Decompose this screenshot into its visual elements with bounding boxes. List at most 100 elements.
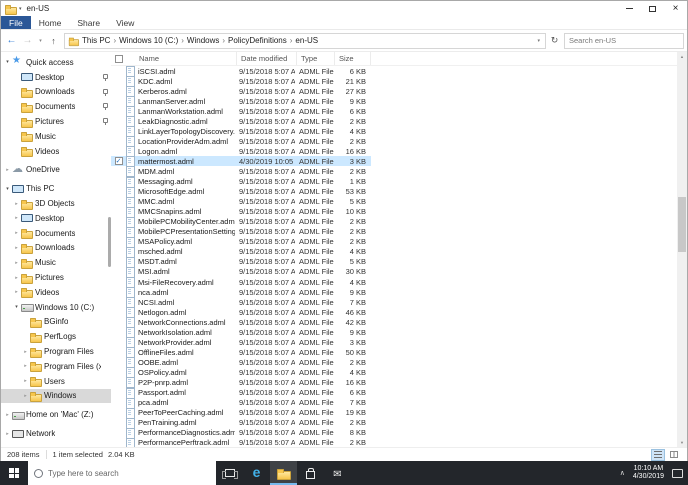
mail-button[interactable] bbox=[324, 461, 351, 485]
file-row[interactable]: OfflineFiles.adml 9/15/2018 5:07 AM ADML… bbox=[111, 347, 371, 359]
edge-button[interactable] bbox=[243, 461, 270, 485]
sidebar-item-desktop[interactable]: Desktop bbox=[1, 70, 111, 85]
column-header-size[interactable]: Size bbox=[335, 52, 371, 65]
file-row[interactable]: NCSI.adml 9/15/2018 5:07 AM ADML File 7 … bbox=[111, 297, 371, 309]
sidebar-item-music[interactable]: ▸ Music bbox=[1, 255, 111, 270]
scroll-up-icon[interactable]: ▲ bbox=[680, 52, 684, 61]
breadcrumb-dropdown-icon[interactable]: ▾ bbox=[537, 38, 542, 44]
close-button[interactable]: × bbox=[664, 1, 687, 16]
file-row[interactable]: MMCSnapins.adml 9/15/2018 5:07 AM ADML F… bbox=[111, 206, 371, 218]
select-all-checkbox[interactable] bbox=[114, 54, 123, 63]
tab-view[interactable]: View bbox=[108, 16, 142, 29]
file-row[interactable]: OOBE.adml 9/15/2018 5:07 AM ADML File 2 … bbox=[111, 357, 371, 369]
sidebar-item-this-pc[interactable]: ▾ This PC bbox=[1, 181, 111, 196]
expander-icon[interactable]: ▾ bbox=[12, 304, 21, 310]
expander-icon[interactable]: ▸ bbox=[21, 363, 30, 369]
breadcrumb-item-en-us[interactable]: en-US bbox=[292, 36, 321, 45]
up-button[interactable]: ↑ bbox=[46, 33, 61, 49]
expander-icon[interactable]: ▸ bbox=[3, 412, 12, 418]
sidebar-item-downloads[interactable]: ▸ Downloads bbox=[1, 241, 111, 256]
column-header-date-modified[interactable]: Date modified bbox=[237, 52, 297, 65]
action-center-button[interactable] bbox=[672, 468, 683, 478]
search-input[interactable] bbox=[569, 36, 679, 45]
expander-icon[interactable]: ▸ bbox=[12, 215, 21, 221]
breadcrumb[interactable]: This PC › Windows 10 (C:) › Windows › PolicyDe… bbox=[64, 32, 546, 49]
tab-home[interactable]: Home bbox=[31, 16, 70, 29]
sidebar-item-pictures[interactable]: Pictures bbox=[1, 114, 111, 129]
file-row[interactable]: Netlogon.adml 9/15/2018 5:07 AM ADML Fil… bbox=[111, 307, 371, 319]
scroll-down-icon[interactable]: ▼ bbox=[680, 438, 684, 447]
file-row[interactable]: Kerberos.adml 9/15/2018 5:07 AM ADML Fil… bbox=[111, 86, 371, 98]
details-view-button[interactable] bbox=[651, 448, 665, 461]
tab-share[interactable]: Share bbox=[69, 16, 108, 29]
file-row[interactable]: KDC.adml 9/15/2018 5:07 AM ADML File 21 … bbox=[111, 76, 371, 88]
sidebar-item-music[interactable]: Music bbox=[1, 129, 111, 144]
sidebar-item-onedrive[interactable]: ▸ OneDrive bbox=[1, 162, 111, 178]
file-row[interactable]: LanmanWorkstation.adml 9/15/2018 5:07 AM… bbox=[111, 106, 371, 118]
sidebar-item-documents[interactable]: Documents bbox=[1, 99, 111, 114]
expander-icon[interactable]: ▾ bbox=[3, 186, 12, 192]
store-button[interactable] bbox=[297, 461, 324, 485]
minimize-button[interactable] bbox=[618, 1, 641, 16]
sidebar-item-desktop[interactable]: ▸ Desktop bbox=[1, 211, 111, 226]
expander-icon[interactable]: ▸ bbox=[12, 275, 21, 281]
file-row[interactable]: LeakDiagnostic.adml 9/15/2018 5:07 AM AD… bbox=[111, 116, 371, 128]
sidebar-item-documents[interactable]: ▸ Documents bbox=[1, 226, 111, 241]
sidebar-item-videos[interactable]: Videos bbox=[1, 144, 111, 159]
sidebar-item-perflogs[interactable]: PerfLogs bbox=[1, 329, 111, 344]
file-row[interactable]: NetworkProvider.adml 9/15/2018 5:07 AM A… bbox=[111, 337, 371, 349]
column-header-type[interactable]: Type bbox=[297, 52, 335, 65]
file-row[interactable]: msched.adml 9/15/2018 5:07 AM ADML File … bbox=[111, 246, 371, 258]
sidebar-item-windows-10-c[interactable]: ▾ Windows 10 (C:) bbox=[1, 300, 111, 315]
sidebar-item-bginfo[interactable]: BGinfo bbox=[1, 315, 111, 330]
file-row[interactable]: NetworkConnections.adml 9/15/2018 5:07 A… bbox=[111, 317, 371, 329]
forward-button[interactable]: → bbox=[20, 33, 35, 49]
expander-icon[interactable]: ▸ bbox=[12, 245, 21, 251]
file-row[interactable]: LinkLayerTopologyDiscovery.adml 9/15/201… bbox=[111, 126, 371, 138]
file-row[interactable]: MicrosoftEdge.adml 9/15/2018 5:07 AM ADM… bbox=[111, 186, 371, 198]
file-row[interactable]: PerformancePerftrack.adml 9/15/2018 5:07… bbox=[111, 437, 371, 447]
file-row[interactable]: Messaging.adml 9/15/2018 5:07 AM ADML Fi… bbox=[111, 176, 371, 188]
sidebar-item-pictures[interactable]: ▸ Pictures bbox=[1, 270, 111, 285]
sidebar-item-home-on-mac-z[interactable]: ▸ Home on 'Mac' (Z:) bbox=[1, 407, 111, 422]
sidebar-item-program-files[interactable]: ▸ Program Files bbox=[1, 344, 111, 359]
maximize-button[interactable] bbox=[641, 1, 664, 16]
quick-access-toolbar-chevron-icon[interactable]: ▾ bbox=[19, 6, 22, 12]
tab-file[interactable]: File bbox=[1, 16, 31, 29]
search-box[interactable] bbox=[564, 32, 684, 49]
file-row[interactable]: PerformanceDiagnostics.adml 9/15/2018 5:… bbox=[111, 427, 371, 439]
sidebar-item-program-files-x86[interactable]: ▸ Program Files (x86) bbox=[1, 359, 111, 374]
file-row[interactable]: ✓ mattermost.adml 4/30/2019 10:05 AM ADM… bbox=[111, 156, 371, 168]
expander-icon[interactable]: ▸ bbox=[12, 289, 21, 295]
file-row[interactable]: nca.adml 9/15/2018 5:07 AM ADML File 9 K… bbox=[111, 287, 371, 299]
expander-icon[interactable]: ▸ bbox=[12, 230, 21, 236]
file-row[interactable]: LocationProviderAdm.adml 9/15/2018 5:07 … bbox=[111, 136, 371, 148]
thumbnail-view-button[interactable] bbox=[667, 449, 681, 461]
expander-icon[interactable]: ▸ bbox=[21, 378, 30, 384]
column-header-name[interactable]: Name bbox=[126, 52, 237, 65]
file-row[interactable]: MDM.adml 9/15/2018 5:07 AM ADML File 2 K… bbox=[111, 166, 371, 178]
breadcrumb-item-this-pc[interactable]: This PC bbox=[79, 36, 113, 45]
taskbar-search-box[interactable] bbox=[28, 461, 216, 485]
tray-expand-icon[interactable]: ∧ bbox=[620, 469, 625, 477]
file-row[interactable]: Msi-FileRecovery.adml 9/15/2018 5:07 AM … bbox=[111, 277, 371, 288]
file-row[interactable]: OSPolicy.adml 9/15/2018 5:07 AM ADML Fil… bbox=[111, 367, 371, 379]
expander-icon[interactable]: ▸ bbox=[21, 393, 30, 399]
row-checkbox[interactable]: ✓ bbox=[114, 157, 123, 166]
file-list-scrollbar[interactable]: ▲ ▼ bbox=[677, 52, 687, 447]
file-row[interactable]: MobilePCPresentationSettings.adml 9/15/2… bbox=[111, 226, 371, 238]
file-row[interactable]: Logon.adml 9/15/2018 5:07 AM ADML File 1… bbox=[111, 146, 371, 158]
file-row[interactable]: LanmanServer.adml 9/15/2018 5:07 AM ADML… bbox=[111, 96, 371, 108]
file-explorer-button[interactable] bbox=[270, 461, 297, 485]
sidebar-item-downloads[interactable]: Downloads bbox=[1, 85, 111, 100]
file-row[interactable]: iSCSI.adml 9/15/2018 5:07 AM ADML File 6… bbox=[111, 66, 371, 78]
back-button[interactable]: ← bbox=[4, 33, 19, 49]
file-row[interactable]: NetworkIsolation.adml 9/15/2018 5:07 AM … bbox=[111, 327, 371, 339]
sidebar-item-quick-access[interactable]: ▾ Quick access bbox=[1, 55, 111, 70]
breadcrumb-item-windows[interactable]: Windows bbox=[184, 36, 222, 45]
file-row[interactable]: PeerToPeerCaching.adml 9/15/2018 5:07 AM… bbox=[111, 407, 371, 419]
sidebar-item-videos[interactable]: ▸ Videos bbox=[1, 285, 111, 300]
file-row[interactable]: MSAPolicy.adml 9/15/2018 5:07 AM ADML Fi… bbox=[111, 236, 371, 248]
taskbar-search-input[interactable] bbox=[48, 468, 210, 478]
file-row[interactable]: MobilePCMobilityCenter.adml 9/15/2018 5:… bbox=[111, 216, 371, 228]
